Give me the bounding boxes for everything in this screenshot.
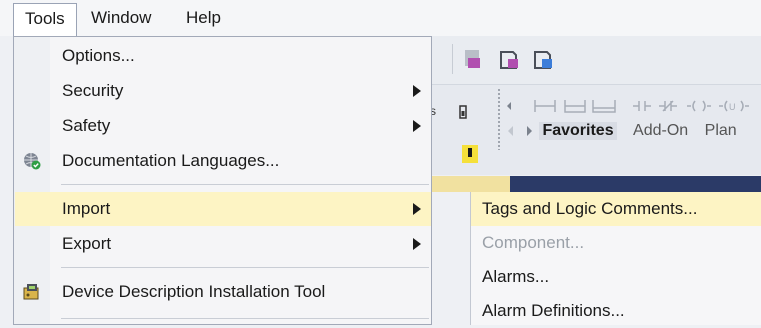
- submenu-item-label: Alarm Definitions...: [482, 301, 625, 320]
- tab-favorites[interactable]: Favorites: [539, 122, 617, 140]
- menu-item-options[interactable]: Options...: [15, 39, 431, 73]
- menu-item-label: Options...: [62, 46, 135, 65]
- submenu-item-label: Alarms...: [482, 267, 550, 286]
- svg-text:U: U: [729, 102, 736, 112]
- safety-lock-icon[interactable]: [498, 48, 520, 70]
- safety-unlock-icon[interactable]: [532, 48, 554, 70]
- instruction-tabs: Favorites Add-On Plan: [505, 122, 761, 144]
- submenu-arrow-icon: [413, 238, 421, 250]
- globe-check-icon: [24, 153, 41, 170]
- ladder-instruction-icons[interactable]: U: [505, 96, 761, 116]
- menu-bar: Tools Window Help: [0, 0, 761, 36]
- menu-separator: [61, 267, 429, 268]
- menu-item-label: Import: [62, 199, 111, 218]
- menu-item-device-description-tool[interactable]: Device Description Installation Tool: [15, 275, 431, 309]
- submenu-arrow-icon: [413, 120, 421, 132]
- ladder-instruction-row: U: [505, 96, 761, 116]
- submenu-arrow-icon: [413, 85, 421, 97]
- toolbar-grip[interactable]: [497, 88, 501, 150]
- submenu-item-component[interactable]: Component...: [471, 226, 761, 260]
- lock-security-icon[interactable]: [462, 48, 484, 70]
- submenu-item-tags-and-logic-comments[interactable]: Tags and Logic Comments...: [471, 192, 761, 226]
- online-status-icon[interactable]: [462, 145, 478, 163]
- tools-menu: Options... Security Safety Documentation…: [13, 36, 432, 325]
- menu-item-security[interactable]: Security: [15, 74, 431, 108]
- menu-separator: [61, 184, 429, 185]
- menu-item-label: Safety: [62, 116, 111, 135]
- menu-item-label: Security: [62, 81, 124, 100]
- submenu-item-alarms[interactable]: Alarms...: [471, 260, 761, 294]
- battery-icon[interactable]: [458, 105, 468, 119]
- menu-window[interactable]: Window: [80, 3, 162, 33]
- menu-separator: [61, 318, 429, 319]
- menu-item-export[interactable]: Export: [15, 227, 431, 261]
- toolbar-divider: [452, 44, 453, 74]
- submenu-item-alarm-definitions[interactable]: Alarm Definitions...: [471, 294, 761, 328]
- submenu-item-label: Component...: [482, 233, 585, 252]
- tab-add-on[interactable]: Add-On: [633, 122, 688, 140]
- editor-tab-highlight[interactable]: [432, 176, 510, 192]
- menu-tools[interactable]: Tools: [13, 3, 77, 36]
- background-toolbar: [426, 36, 761, 85]
- menu-item-safety[interactable]: Safety: [15, 109, 431, 143]
- submenu-arrow-icon: [413, 203, 421, 215]
- tab-scroll-arrows-icon[interactable]: [505, 124, 535, 138]
- tab-plan[interactable]: Plan: [705, 122, 737, 140]
- submenu-item-label: Tags and Logic Comments...: [482, 199, 698, 218]
- menu-item-import[interactable]: Import: [15, 192, 431, 226]
- menu-item-documentation-languages[interactable]: Documentation Languages...: [15, 144, 431, 178]
- menu-item-label: Export: [62, 234, 112, 253]
- editor-title-bar: [432, 176, 761, 192]
- menu-item-label: Documentation Languages...: [62, 151, 280, 170]
- menu-item-label: Device Description Installation Tool: [62, 282, 326, 301]
- import-submenu: Tags and Logic Comments... Component... …: [470, 192, 761, 325]
- device-install-icon: [23, 284, 39, 300]
- menu-help[interactable]: Help: [175, 3, 232, 33]
